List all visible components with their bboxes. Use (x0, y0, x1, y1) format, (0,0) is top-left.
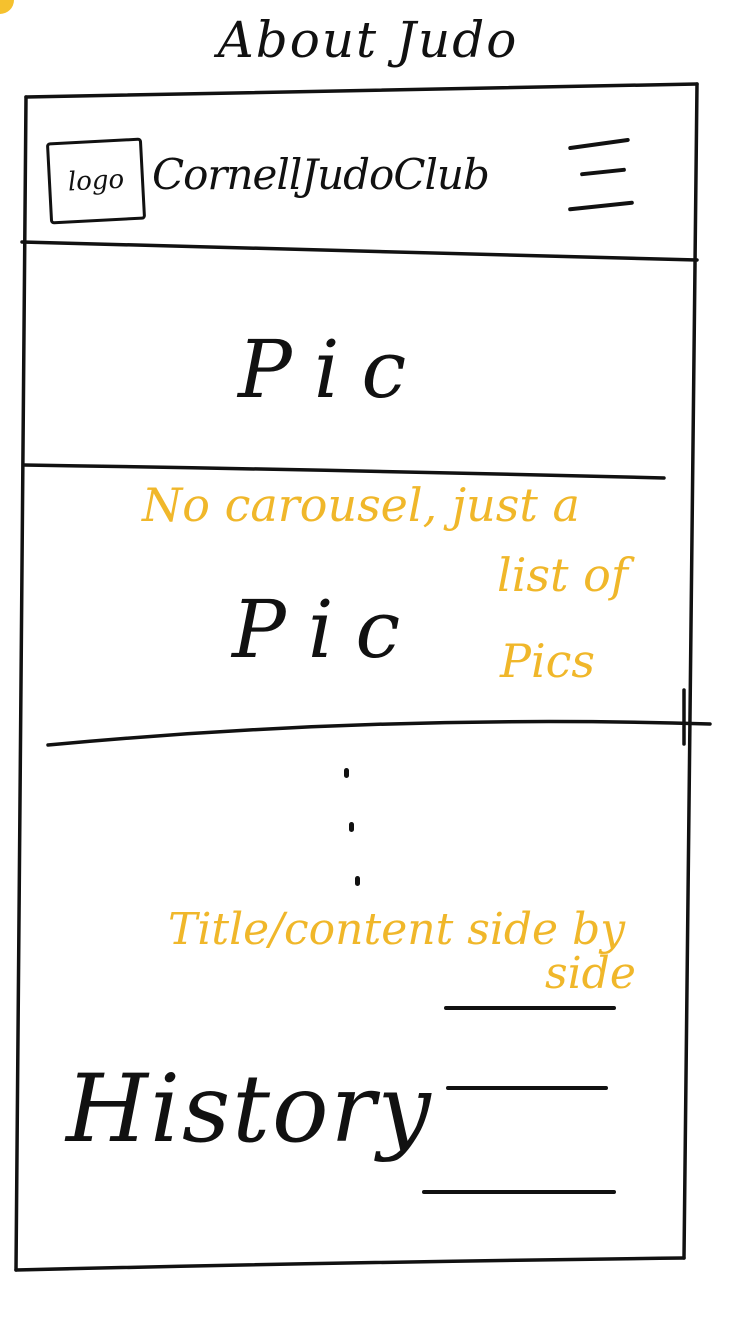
ellipsis-dot (349, 822, 354, 832)
pic-placeholder: Pic (238, 323, 429, 416)
frame-left-edge (14, 95, 28, 1272)
hamburger-menu-icon[interactable] (562, 128, 644, 220)
annotation-carousel-line: No carousel, just a (142, 478, 580, 532)
annotation-carousel-line: Pics (500, 634, 596, 688)
content-placeholder-line (422, 1190, 616, 1194)
site-title[interactable]: CornellJudoClub (152, 135, 532, 215)
logo-label: logo (67, 164, 125, 198)
frame-bottom-edge (14, 1256, 686, 1272)
header-divider (20, 240, 699, 262)
pic-placeholder: Pic (232, 583, 423, 676)
ellipsis-dot (344, 768, 349, 778)
annotation-layout-line: side (545, 948, 636, 999)
frame-top-edge (24, 82, 699, 99)
history-title: History (66, 1055, 433, 1164)
annotation-carousel-line: list of (497, 548, 628, 602)
pic2-divider (46, 719, 712, 747)
pic1-divider (22, 463, 666, 480)
ellipsis-dot (355, 876, 360, 886)
frame-right-edge (682, 82, 699, 1260)
content-placeholder-line (444, 1006, 616, 1010)
content-placeholder-line (446, 1086, 608, 1090)
page-title: About Judo (217, 11, 519, 69)
logo[interactable]: logo (45, 137, 147, 225)
